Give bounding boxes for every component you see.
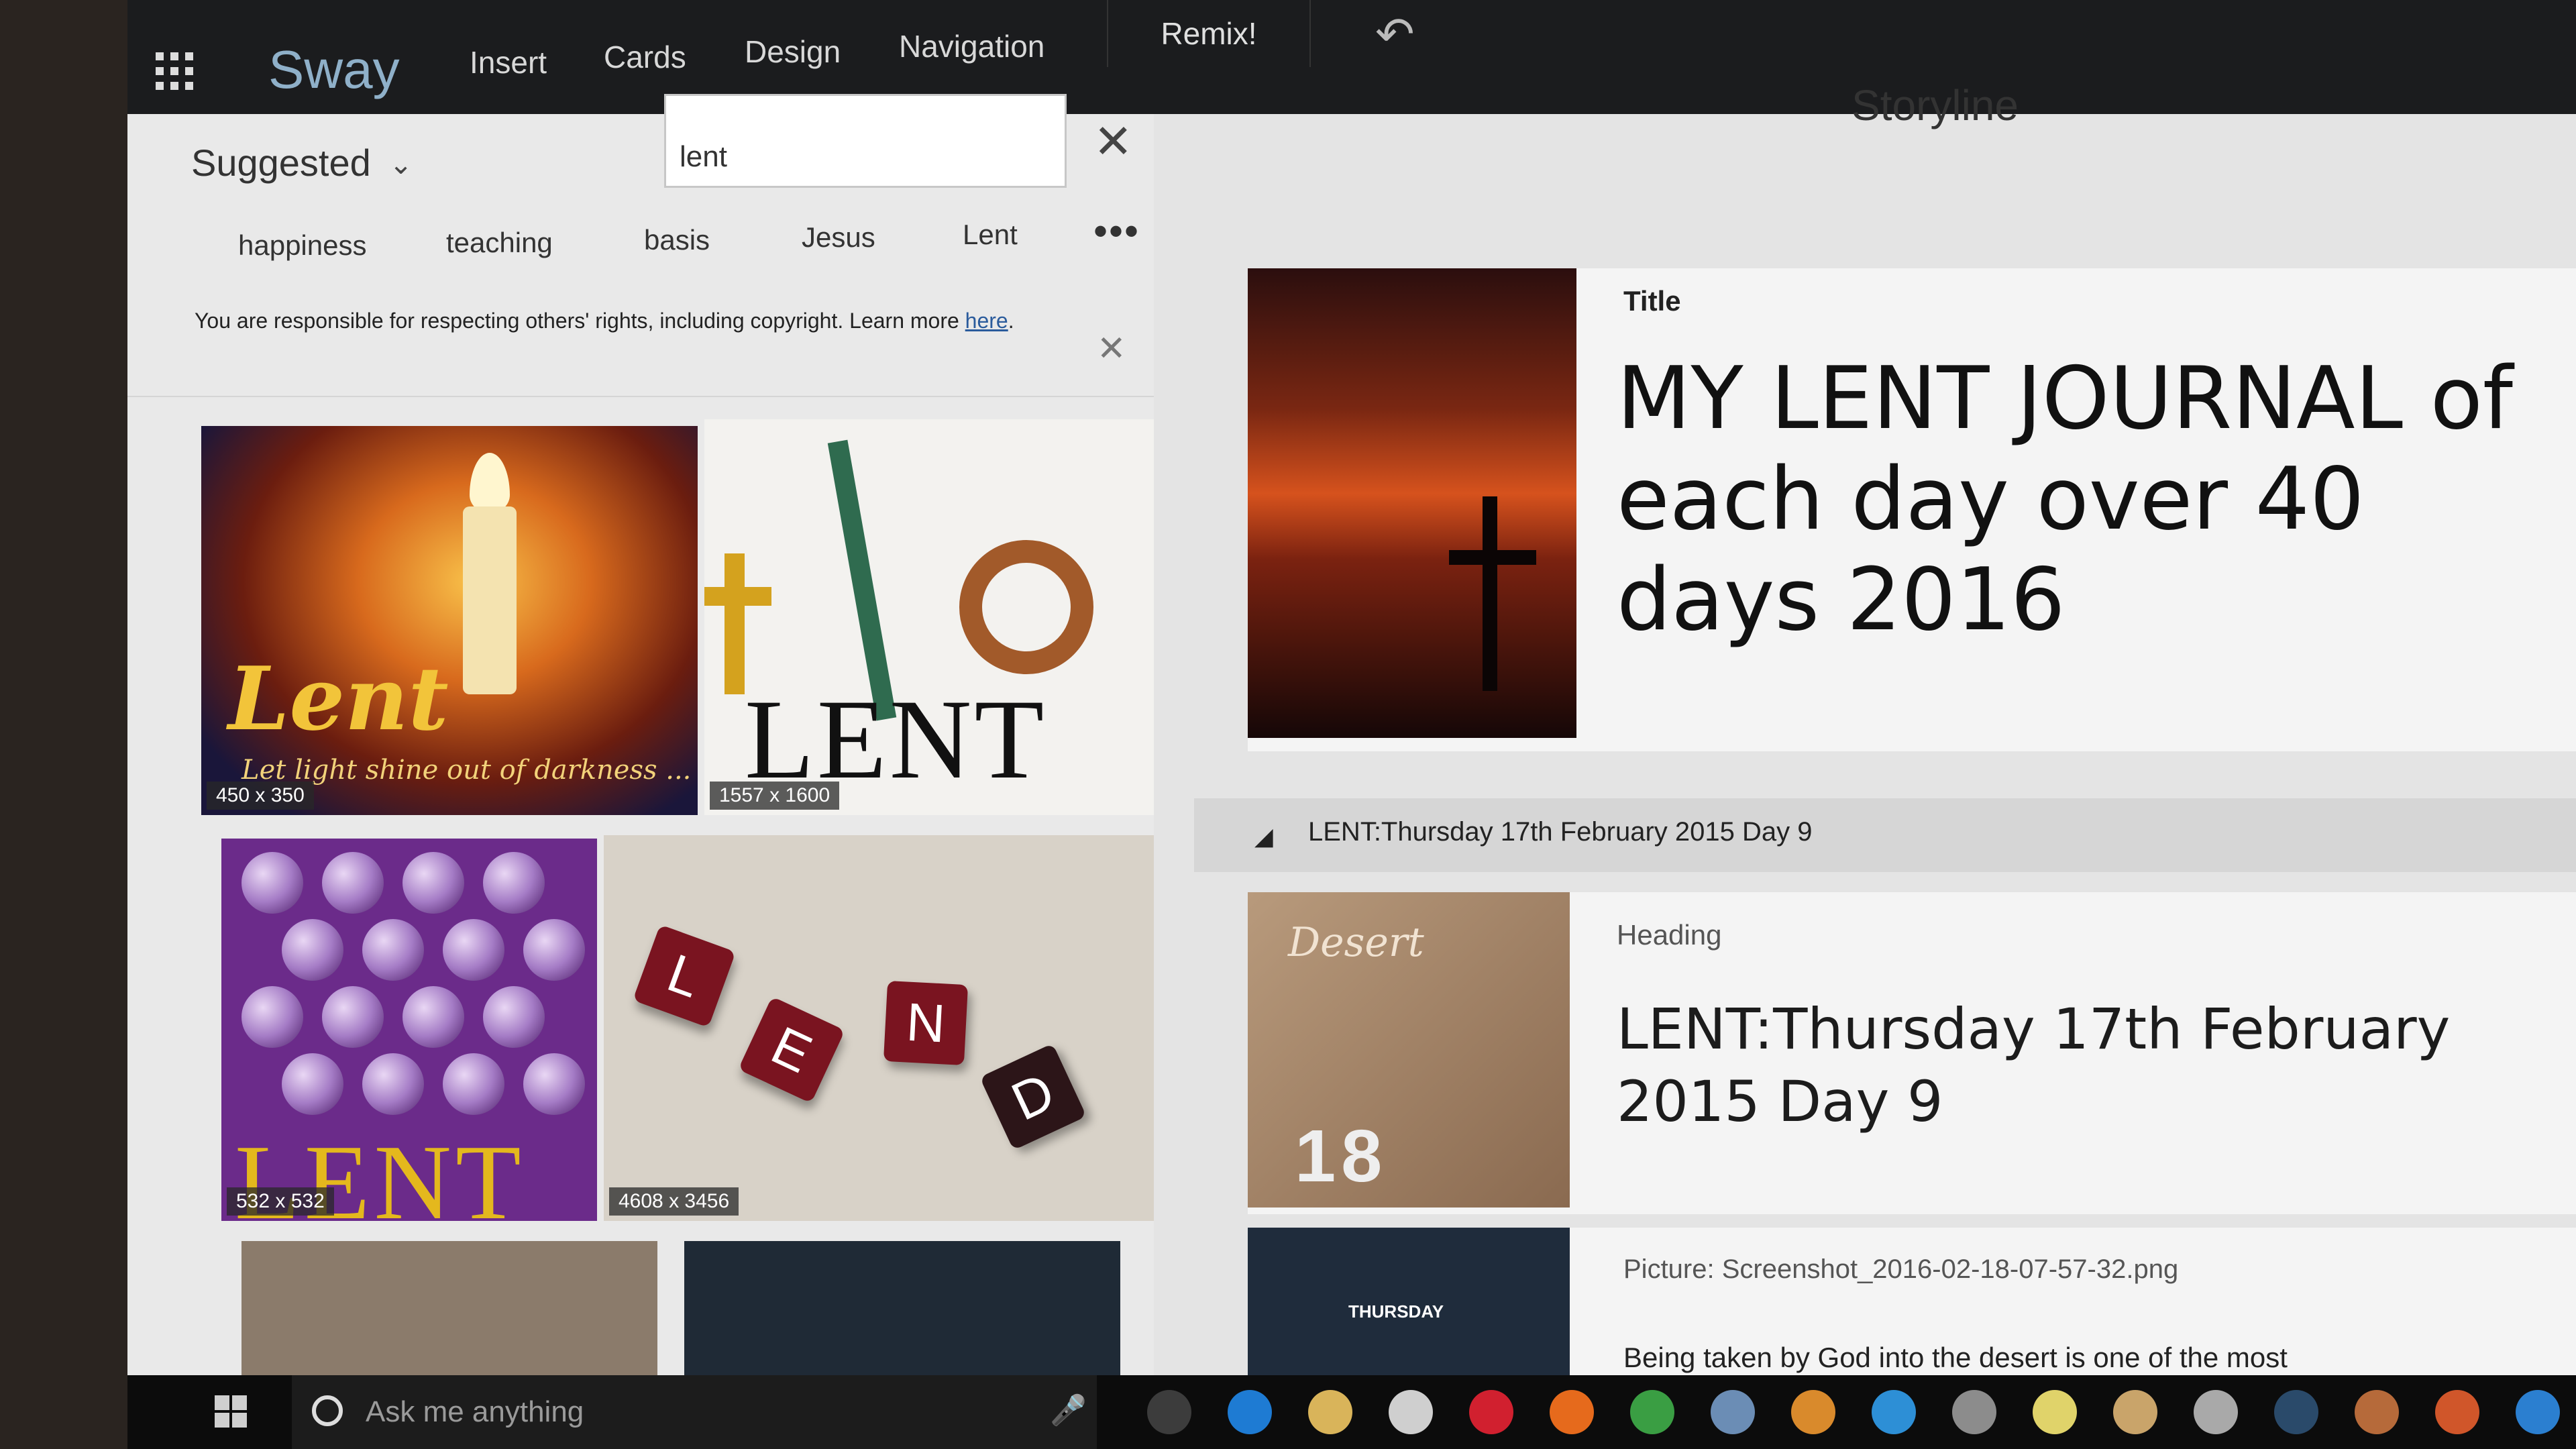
image-result[interactable]: Lent Let light shine out of darkness ...…	[201, 426, 698, 815]
card-type-label: Heading	[1617, 919, 1722, 951]
chip-lent[interactable]: Lent	[963, 219, 1018, 251]
microphone-icon[interactable]: 🎤	[1050, 1393, 1087, 1428]
title-text[interactable]: MY LENT JOURNAL of each day over 40 days…	[1617, 349, 2522, 651]
crown-graphic	[959, 540, 1093, 674]
app-icon[interactable]	[2435, 1390, 2479, 1434]
card-type-label: Title	[1623, 285, 1681, 317]
image-dimensions: 532 x 532	[227, 1187, 334, 1216]
chip-teaching[interactable]: teaching	[446, 227, 553, 259]
chip-happiness[interactable]: happiness	[238, 229, 366, 262]
tab-design[interactable]: Design	[745, 34, 841, 70]
kindle-icon[interactable]	[2274, 1390, 2318, 1434]
notice-text: You are responsible for respecting other…	[195, 309, 965, 333]
search-input[interactable]: lent	[664, 94, 1067, 188]
image-dimensions: 450 x 350	[207, 782, 314, 810]
cross-graphic	[704, 587, 771, 606]
divider	[127, 396, 1154, 397]
sway-window: Sway Insert Cards Design Navigation Remi…	[127, 0, 2576, 1449]
chip-jesus[interactable]: Jesus	[802, 221, 875, 254]
lightbulb-icon[interactable]	[2033, 1390, 2077, 1434]
people-icon[interactable]	[2516, 1390, 2560, 1434]
suggestion-chips: happiness teaching basis Jesus Lent •••	[127, 201, 1154, 275]
picture-card-image[interactable]: THURSDAY	[1248, 1228, 1570, 1389]
letter-tile: L	[633, 924, 736, 1028]
close-icon[interactable]: ✕	[1093, 114, 1133, 169]
top-ribbon: Sway Insert Cards Design Navigation Remi…	[127, 0, 2576, 114]
windows-taskbar: Ask me anything 🎤	[127, 1375, 2576, 1449]
heading-text[interactable]: LENT:Thursday 17th February 2015 Day 9	[1617, 993, 2522, 1138]
opera-icon[interactable]	[1469, 1390, 1513, 1434]
storyline-title: Storyline	[1851, 81, 2019, 129]
task-view-icon[interactable]	[1147, 1390, 1191, 1434]
image-result[interactable]: L E N D 4608 x 3456	[604, 835, 1161, 1221]
close-icon[interactable]: ✕	[1097, 329, 1126, 369]
learn-more-link[interactable]: here	[965, 309, 1008, 333]
firefox-icon[interactable]	[1550, 1390, 1594, 1434]
overlay-word: Lent	[228, 647, 449, 750]
globe-icon[interactable]	[1711, 1390, 1755, 1434]
image-result[interactable]	[684, 1241, 1120, 1395]
flame-graphic	[470, 453, 510, 513]
letter-tile: N	[883, 980, 969, 1066]
image-result[interactable]	[241, 1241, 657, 1395]
remix-button[interactable]: Remix!	[1107, 0, 1311, 67]
body-text[interactable]: Being taken by God into the desert is on…	[1623, 1342, 2288, 1374]
undo-icon[interactable]: ↶	[1375, 7, 1415, 62]
cross-graphic	[1449, 550, 1536, 565]
picture-caption: Picture: Screenshot_2016-02-18-07-57-32.…	[1623, 1254, 2179, 1284]
image-dimensions: 1557 x 1600	[710, 782, 840, 810]
copyright-notice: You are responsible for respecting other…	[195, 309, 1014, 333]
apps-grid-icon[interactable]	[156, 52, 195, 91]
app-icon[interactable]	[2355, 1390, 2399, 1434]
image-dimensions: 4608 x 3456	[609, 1187, 739, 1216]
cross-graphic	[724, 553, 745, 694]
cortana-placeholder: Ask me anything	[366, 1395, 584, 1428]
section-title: LENT:Thursday 17th February 2015 Day 9	[1308, 817, 1813, 847]
cortana-icon	[312, 1395, 343, 1426]
app-brand: Sway	[268, 40, 400, 99]
windows-start-icon[interactable]	[215, 1395, 248, 1429]
folder-icon[interactable]	[2113, 1390, 2157, 1434]
collapse-triangle-icon[interactable]: ◢	[1254, 822, 1273, 851]
thumb-number: 18	[1295, 1115, 1388, 1197]
file-explorer-icon[interactable]	[1308, 1390, 1352, 1434]
tab-insert[interactable]: Insert	[470, 44, 547, 80]
filter-dropdown[interactable]: Suggested	[191, 141, 371, 184]
thumb-text: THURSDAY	[1348, 1301, 1444, 1322]
tab-cards[interactable]: Cards	[604, 39, 686, 75]
letter-tile: E	[738, 996, 845, 1104]
store-icon[interactable]	[1389, 1390, 1433, 1434]
title-card-image[interactable]	[1248, 268, 1576, 738]
storyline-panel: Storyline Title MY LENT JOURNAL of each …	[1154, 81, 2576, 1389]
edge-icon[interactable]	[1228, 1390, 1272, 1434]
thumb-text: Desert	[1288, 919, 1424, 966]
cortana-search-box[interactable]: Ask me anything 🎤	[292, 1375, 1097, 1449]
image-result[interactable]: LENT 1557 x 1600	[704, 419, 1161, 815]
cross-graphic	[1483, 496, 1497, 691]
section-header[interactable]: ◢ LENT:Thursday 17th February 2015 Day 9	[1194, 798, 2576, 872]
chrome-icon[interactable]	[1630, 1390, 1674, 1434]
heading-card-image[interactable]: Desert 18	[1248, 892, 1570, 1208]
title-card[interactable]: Title MY LENT JOURNAL of each day over 4…	[1248, 268, 2576, 751]
image-result[interactable]: LENT 532 x 532	[221, 839, 597, 1221]
tab-navigation[interactable]: Navigation	[899, 28, 1044, 64]
heading-card[interactable]: Desert 18 Heading LENT:Thursday 17th Feb…	[1248, 892, 2576, 1214]
chip-basis[interactable]: basis	[644, 224, 710, 256]
candle-graphic	[463, 506, 517, 694]
more-icon[interactable]: •••	[1093, 208, 1140, 254]
app-icon[interactable]	[1952, 1390, 1996, 1434]
media-icon[interactable]	[1791, 1390, 1835, 1434]
picture-card[interactable]: THURSDAY Picture: Screenshot_2016-02-18-…	[1248, 1228, 2576, 1389]
chevron-down-icon[interactable]: ⌄	[389, 148, 413, 180]
letter-tile: D	[979, 1043, 1087, 1150]
app-icon[interactable]	[1872, 1390, 1916, 1434]
paint-icon[interactable]	[2194, 1390, 2238, 1434]
